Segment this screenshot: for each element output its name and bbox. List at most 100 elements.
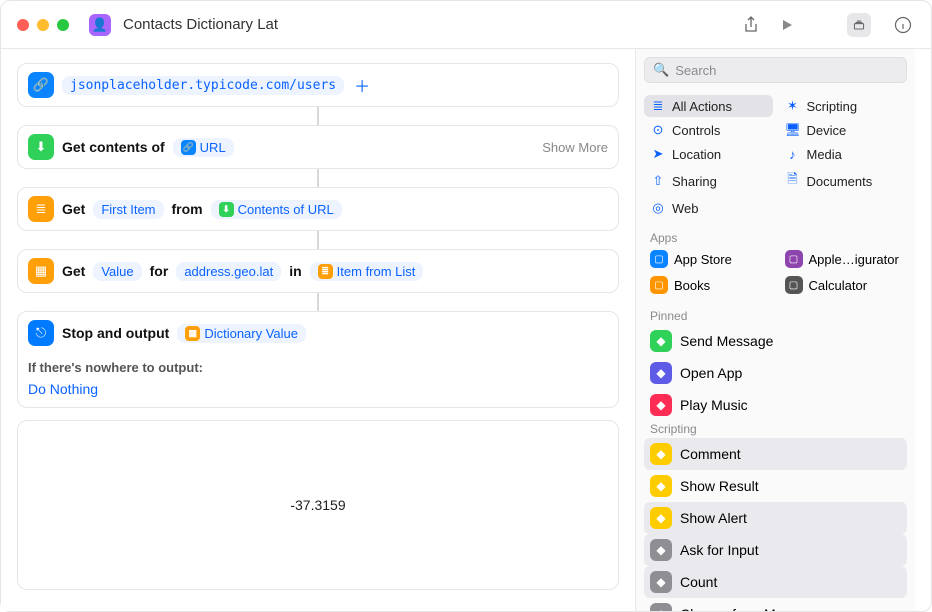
- add-url-button[interactable]: ＋: [352, 75, 372, 95]
- stop-output-step[interactable]: ⎋ Stop and output ▦Dictionary Value If t…: [17, 311, 619, 408]
- link-icon: 🔗: [28, 72, 54, 98]
- category-all-actions[interactable]: ≣ All Actions: [644, 95, 773, 117]
- app-icon: ▢: [785, 250, 803, 268]
- output-icon: ⎋: [28, 320, 54, 346]
- category-controls[interactable]: ⊙Controls: [644, 119, 773, 141]
- step-title: Get: [62, 201, 85, 217]
- category-label: Sharing: [672, 174, 717, 189]
- action-label: Choose from Menu: [680, 606, 799, 611]
- get-value-step[interactable]: ▦ Get Value for address.geo.lat in ≣Item…: [17, 249, 619, 293]
- category-icon: ✶: [785, 98, 801, 114]
- zoom-window-button[interactable]: [57, 19, 69, 31]
- app-app-store[interactable]: ▢ App Store: [644, 247, 773, 271]
- window-controls: [17, 19, 69, 31]
- contents-variable-pill[interactable]: ⬇Contents of URL: [211, 200, 342, 219]
- for-label: for: [150, 263, 169, 279]
- first-item-pill[interactable]: First Item: [93, 200, 163, 219]
- download-icon: ⬇: [28, 134, 54, 160]
- action-icon: ◆: [650, 330, 672, 352]
- do-nothing-option[interactable]: Do Nothing: [18, 379, 618, 407]
- url-field[interactable]: jsonplaceholder.typicode.com/users: [62, 76, 344, 95]
- action-label: Ask for Input: [680, 542, 759, 558]
- category-device[interactable]: 🖥Device: [779, 119, 908, 141]
- apps-header: Apps: [636, 225, 915, 247]
- category-documents[interactable]: 🗎 Documents: [779, 167, 908, 195]
- app-label: Calculator: [809, 278, 868, 293]
- value-pill[interactable]: Value: [93, 262, 141, 281]
- run-button[interactable]: [775, 13, 799, 37]
- output-panel: -37.3159: [17, 420, 619, 590]
- library-layers-button[interactable]: [847, 13, 871, 37]
- category-label: Scripting: [807, 99, 858, 114]
- category-icon: ≣: [650, 98, 666, 114]
- app-label: App Store: [674, 252, 732, 267]
- key-field[interactable]: address.geo.lat: [176, 262, 281, 281]
- workflow-canvas: 🔗 jsonplaceholder.typicode.com/users ＋ ⬇…: [1, 49, 635, 611]
- dictionary-value-pill[interactable]: ▦Dictionary Value: [177, 324, 306, 343]
- category-scripting[interactable]: ✶ Scripting: [779, 95, 908, 117]
- app-apple-igurator[interactable]: ▢Apple…igurator: [779, 247, 908, 271]
- action-icon: ◆: [650, 539, 672, 561]
- actions-sidebar: 🔍 Search ≣ All Actions ✶ Scripting ⊙Controls…: [635, 49, 915, 611]
- url-variable-pill[interactable]: 🔗URL: [173, 138, 234, 157]
- category-label: Web: [672, 201, 699, 216]
- action-comment[interactable]: ◆ Comment: [644, 438, 907, 470]
- titlebar: 👤 Contacts Dictionary Lat: [1, 1, 931, 49]
- action-label: Show Alert: [680, 510, 747, 526]
- category-icon: 🖥: [785, 122, 801, 138]
- in-label: in: [289, 263, 301, 279]
- category-sharing[interactable]: ⇧ Sharing: [644, 167, 773, 195]
- search-icon: 🔍: [653, 62, 669, 78]
- action-count[interactable]: ◆Count: [644, 566, 907, 598]
- app-icon: ▢: [650, 276, 668, 294]
- category-label: Documents: [807, 174, 873, 189]
- app-label: Books: [674, 278, 710, 293]
- share-button[interactable]: [739, 13, 763, 37]
- action-show-alert[interactable]: ◆Show Alert: [644, 502, 907, 534]
- category-icon: ♪: [785, 147, 801, 162]
- step-title: Stop and output: [62, 325, 169, 341]
- app-books[interactable]: ▢ Books: [644, 273, 773, 297]
- fallback-label: If there's nowhere to output:: [18, 354, 618, 379]
- action-icon: ◆: [650, 394, 672, 416]
- app-icon: ▢: [785, 276, 803, 294]
- action-label: Open App: [680, 365, 742, 381]
- search-placeholder: Search: [675, 63, 716, 78]
- app-icon: 👤: [89, 14, 111, 36]
- dictionary-icon: ▦: [28, 258, 54, 284]
- close-window-button[interactable]: [17, 19, 29, 31]
- minimize-window-button[interactable]: [37, 19, 49, 31]
- category-label: Location: [672, 147, 721, 162]
- category-location[interactable]: ➤Location: [644, 143, 773, 165]
- url-step[interactable]: 🔗 jsonplaceholder.typicode.com/users ＋: [17, 63, 619, 107]
- search-input[interactable]: 🔍 Search: [644, 57, 907, 83]
- action-icon: ◆: [650, 475, 672, 497]
- action-show-result[interactable]: ◆Show Result: [644, 470, 907, 502]
- action-label: Comment: [680, 446, 741, 462]
- item-variable-pill[interactable]: ≣Item from List: [310, 262, 424, 281]
- list-icon: ≣: [28, 196, 54, 222]
- category-label: All Actions: [672, 99, 732, 114]
- action-play-music[interactable]: ◆Play Music: [644, 389, 907, 416]
- action-icon: ◆: [650, 443, 672, 465]
- category-icon: 🗎: [785, 170, 801, 192]
- category-icon: ◎: [650, 200, 666, 216]
- get-item-step[interactable]: ≣ Get First Item from ⬇Contents of URL: [17, 187, 619, 231]
- info-button[interactable]: [891, 13, 915, 37]
- action-icon: ◆: [650, 571, 672, 593]
- app-calculator[interactable]: ▢ Calculator: [779, 273, 908, 297]
- category-label: Controls: [672, 123, 720, 138]
- action-send-message[interactable]: ◆ Send Message: [644, 325, 907, 357]
- category-web[interactable]: ◎ Web: [644, 197, 773, 219]
- output-value: -37.3159: [290, 497, 345, 513]
- action-label: Send Message: [680, 333, 773, 349]
- category-icon: ⇧: [650, 173, 666, 189]
- app-icon: ▢: [650, 250, 668, 268]
- get-contents-step[interactable]: ⬇ Get contents of 🔗URL Show More: [17, 125, 619, 169]
- action-ask-for-input[interactable]: ◆ Ask for Input: [644, 534, 907, 566]
- action-open-app[interactable]: ◆Open App: [644, 357, 907, 389]
- action-choose-from-menu[interactable]: ◆Choose from Menu: [644, 598, 907, 611]
- category-media[interactable]: ♪Media: [779, 143, 908, 165]
- show-more-button[interactable]: Show More: [542, 140, 608, 155]
- pinned-header: Pinned: [636, 303, 915, 325]
